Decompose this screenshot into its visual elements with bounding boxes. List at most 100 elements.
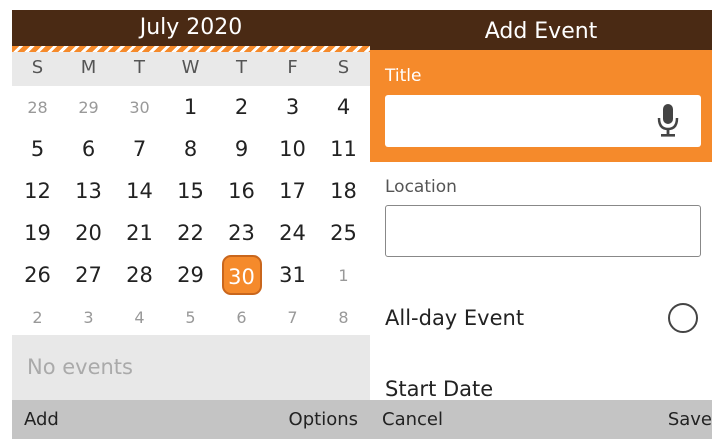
day-cell[interactable]: 29 bbox=[165, 254, 216, 296]
selected-day-cell[interactable]: 30 bbox=[216, 254, 267, 296]
day-cell[interactable]: 22 bbox=[165, 212, 216, 254]
day-number: 28 bbox=[126, 263, 153, 287]
day-cell[interactable]: 30 bbox=[114, 86, 165, 128]
cancel-softkey[interactable]: Cancel bbox=[382, 409, 443, 430]
allday-label: All-day Event bbox=[385, 306, 525, 330]
weekday-label: M bbox=[80, 57, 97, 78]
week-row: 12 13 14 15 16 17 18 bbox=[12, 170, 370, 212]
day-number: 28 bbox=[27, 97, 48, 117]
month-grid: 28 29 30 1 2 3 4 5 6 7 8 9 10 11 12 13 14 15 16 17 18 19 20 21 2… bbox=[12, 86, 370, 338]
day-cell[interactable]: 20 bbox=[63, 212, 114, 254]
day-number: 17 bbox=[279, 179, 306, 203]
location-input[interactable] bbox=[385, 205, 701, 257]
day-cell[interactable]: 16 bbox=[216, 170, 267, 212]
day-number: 29 bbox=[177, 263, 204, 287]
weekday-label: S bbox=[31, 57, 44, 78]
day-number: 6 bbox=[236, 307, 247, 327]
day-number: 27 bbox=[75, 263, 102, 287]
day-cell[interactable]: 11 bbox=[318, 128, 369, 170]
day-number: 1 bbox=[183, 95, 198, 119]
day-number: 9 bbox=[234, 137, 249, 161]
day-number: 22 bbox=[177, 221, 204, 245]
day-cell[interactable]: 8 bbox=[318, 296, 369, 338]
day-cell[interactable]: 4 bbox=[114, 296, 165, 338]
day-cell[interactable]: 18 bbox=[318, 170, 369, 212]
day-number: 26 bbox=[24, 263, 51, 287]
day-cell[interactable]: 5 bbox=[165, 296, 216, 338]
day-number: 2 bbox=[32, 307, 43, 327]
day-number: 16 bbox=[228, 179, 255, 203]
day-cell[interactable]: 28 bbox=[114, 254, 165, 296]
month-title: July 2020 bbox=[12, 10, 370, 46]
day-cell[interactable]: 28 bbox=[12, 86, 63, 128]
day-cell[interactable]: 24 bbox=[267, 212, 318, 254]
day-cell[interactable]: 25 bbox=[318, 212, 369, 254]
day-cell[interactable]: 12 bbox=[12, 170, 63, 212]
day-number: 7 bbox=[132, 137, 147, 161]
day-number: 12 bbox=[24, 179, 51, 203]
day-cell[interactable]: 31 bbox=[267, 254, 318, 296]
day-number: 10 bbox=[279, 137, 306, 161]
day-cell[interactable]: 14 bbox=[114, 170, 165, 212]
day-number: 7 bbox=[287, 307, 298, 327]
day-number: 31 bbox=[279, 263, 306, 287]
day-number: 23 bbox=[228, 221, 255, 245]
add-event-title: Add Event bbox=[370, 10, 712, 50]
day-cell[interactable]: 27 bbox=[63, 254, 114, 296]
day-number: 8 bbox=[183, 137, 198, 161]
day-number: 24 bbox=[279, 221, 306, 245]
weekday-header-row: SMTWTFS bbox=[12, 52, 370, 86]
day-cell[interactable]: 8 bbox=[165, 128, 216, 170]
no-events-label: No events bbox=[12, 335, 370, 400]
day-cell[interactable]: 3 bbox=[63, 296, 114, 338]
day-cell[interactable]: 2 bbox=[12, 296, 63, 338]
day-cell[interactable]: 13 bbox=[63, 170, 114, 212]
day-cell[interactable]: 1 bbox=[318, 254, 369, 296]
day-cell[interactable]: 19 bbox=[12, 212, 63, 254]
day-number: 6 bbox=[81, 137, 96, 161]
day-cell[interactable]: 21 bbox=[114, 212, 165, 254]
add-event-softkey-bar: Cancel Save bbox=[370, 400, 712, 439]
save-softkey[interactable]: Save bbox=[668, 409, 712, 430]
location-label: Location bbox=[385, 177, 457, 197]
day-number: 21 bbox=[126, 221, 153, 245]
day-number: 13 bbox=[75, 179, 102, 203]
day-number: 5 bbox=[30, 137, 45, 161]
week-row: 28 29 30 1 2 3 4 bbox=[12, 86, 370, 128]
day-cell[interactable]: 1 bbox=[165, 86, 216, 128]
day-cell[interactable]: 6 bbox=[216, 296, 267, 338]
day-number: 3 bbox=[83, 307, 94, 327]
week-row: 19 20 21 22 23 24 25 bbox=[12, 212, 370, 254]
options-softkey[interactable]: Options bbox=[289, 409, 358, 430]
day-number: 30 bbox=[129, 97, 150, 117]
day-cell[interactable]: 4 bbox=[318, 86, 369, 128]
day-number: 14 bbox=[126, 179, 153, 203]
day-number: 15 bbox=[177, 179, 204, 203]
day-cell[interactable]: 7 bbox=[114, 128, 165, 170]
day-cell[interactable]: 26 bbox=[12, 254, 63, 296]
microphone-icon[interactable] bbox=[654, 102, 682, 138]
day-cell[interactable]: 10 bbox=[267, 128, 318, 170]
add-softkey[interactable]: Add bbox=[24, 409, 59, 430]
day-number: 19 bbox=[24, 221, 51, 245]
day-number: 18 bbox=[330, 179, 357, 203]
day-cell[interactable]: 9 bbox=[216, 128, 267, 170]
day-cell[interactable]: 23 bbox=[216, 212, 267, 254]
start-date-label: Start Date bbox=[385, 377, 494, 401]
day-cell[interactable]: 17 bbox=[267, 170, 318, 212]
day-cell[interactable]: 7 bbox=[267, 296, 318, 338]
allday-checkbox[interactable] bbox=[668, 303, 698, 333]
add-event-screen: Add Event Title Location All-day Event S… bbox=[370, 0, 712, 439]
day-number: 8 bbox=[338, 307, 349, 327]
day-number: 25 bbox=[330, 221, 357, 245]
weekday-label: T bbox=[236, 57, 247, 78]
day-number: 4 bbox=[134, 307, 145, 327]
day-cell[interactable]: 3 bbox=[267, 86, 318, 128]
day-cell[interactable]: 5 bbox=[12, 128, 63, 170]
day-cell[interactable]: 29 bbox=[63, 86, 114, 128]
day-cell[interactable]: 2 bbox=[216, 86, 267, 128]
day-cell[interactable]: 6 bbox=[63, 128, 114, 170]
day-number: 30 bbox=[221, 255, 262, 295]
day-cell[interactable]: 15 bbox=[165, 170, 216, 212]
day-number: 29 bbox=[78, 97, 99, 117]
